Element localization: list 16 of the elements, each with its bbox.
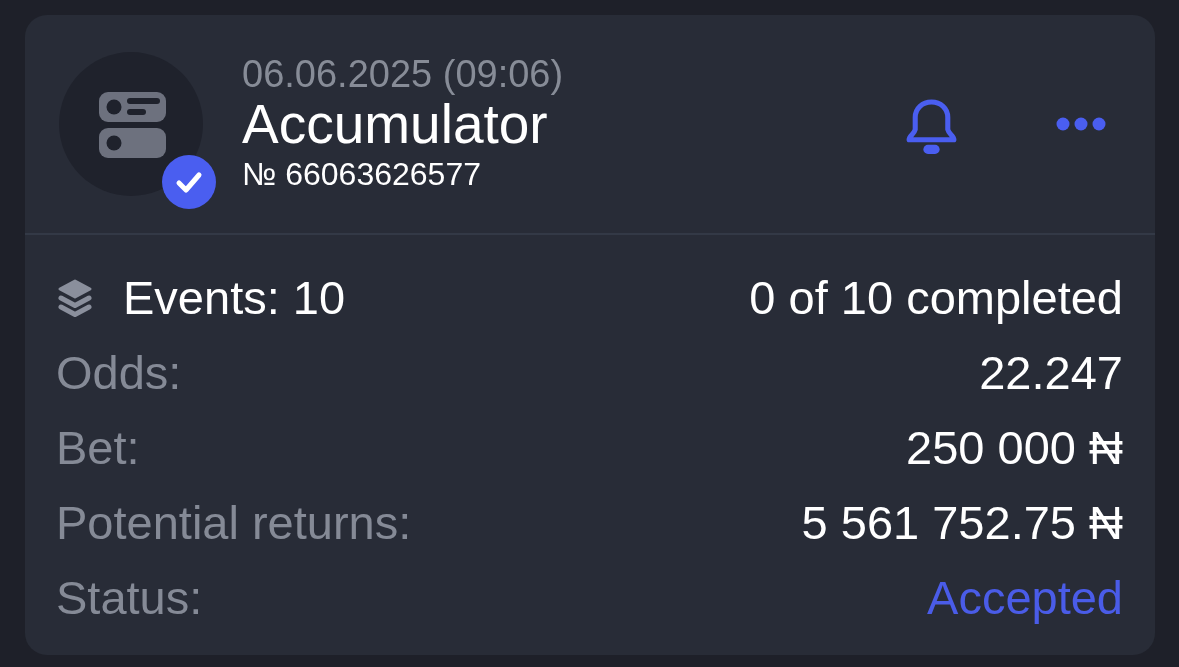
bet-number: № 66063626577 [242, 155, 481, 194]
detail-value: 5 561 752.75 ₦ [801, 494, 1123, 551]
detail-label: Status: [56, 569, 203, 626]
bet-type-title: Accumulator [242, 94, 548, 154]
detail-label: Bet: [56, 419, 140, 476]
detail-value: 250 000 ₦ [906, 419, 1123, 476]
status-value: Accepted [927, 569, 1123, 626]
more-icon[interactable] [1056, 117, 1106, 131]
bet-slip-icon [59, 52, 203, 196]
layers-icon [57, 278, 93, 317]
bet-date: 06.06.2025 (09:06) [242, 54, 564, 94]
events-count: Events: 10 [123, 269, 346, 326]
detail-label: Odds: [56, 344, 182, 401]
detail-value: 22.247 [979, 344, 1123, 401]
detail-label: Potential returns: [56, 494, 412, 551]
events-summary: 0 of 10 completed [749, 269, 1123, 326]
